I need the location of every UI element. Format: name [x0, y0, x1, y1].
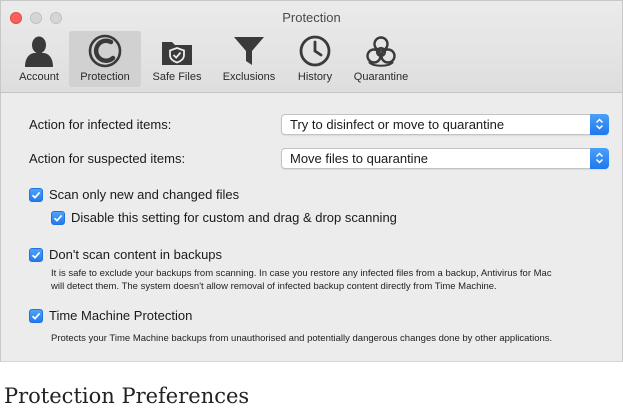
infected-action-select[interactable]: Try to disinfect or move to quarantine [281, 113, 609, 135]
infected-items-row: Action for infected items: Try to disinf… [15, 111, 611, 137]
quarantine-icon [366, 36, 396, 67]
tab-protection[interactable]: Protection [69, 31, 141, 87]
skip-backups-label: Don't scan content in backups [49, 247, 223, 262]
suspected-items-label: Action for suspected items: [29, 150, 186, 166]
tab-safe-files[interactable]: Safe Files [141, 31, 213, 87]
disable-custom-scan-label: Disable this setting for custom and drag… [71, 210, 397, 225]
checkmark-icon [31, 191, 41, 199]
tab-protection-label: Protection [80, 71, 130, 83]
history-icon [299, 35, 331, 67]
window-title: Protection [282, 10, 341, 25]
skip-backups-checkbox[interactable] [29, 247, 43, 262]
time-machine-checkbox[interactable] [29, 308, 43, 323]
tab-account-label: Account [19, 71, 59, 83]
suspected-items-row: Action for suspected items: Move files t… [15, 145, 611, 171]
tab-quarantine-label: Quarantine [353, 71, 409, 83]
tab-exclusions[interactable]: Exclusions [213, 31, 285, 87]
suspected-action-select[interactable]: Move files to quarantine [281, 147, 609, 169]
tab-account[interactable]: Account [9, 31, 69, 87]
disable-custom-scan-checkbox[interactable] [51, 210, 65, 225]
checkmark-icon [53, 214, 63, 222]
time-machine-description: Protects your Time Machine backups from … [51, 333, 553, 344]
preferences-window: Protection Account Protection Safe Files… [0, 0, 623, 362]
checkmark-icon [31, 312, 41, 320]
exclusions-icon [234, 37, 264, 65]
tab-safe-files-label: Safe Files [152, 71, 202, 83]
select-arrows-icon [590, 113, 609, 135]
suspected-action-value: Move files to quarantine [290, 150, 429, 166]
tab-history-label: History [297, 71, 333, 83]
title-bar: Protection Account Protection Safe Files… [1, 1, 622, 93]
skip-backups-description-line-1: It is safe to exclude your backups from … [51, 268, 552, 279]
scan-new-files-checkbox[interactable] [29, 187, 43, 202]
skip-backups-description: It is safe to exclude your backups from … [51, 268, 622, 293]
account-icon [25, 36, 53, 67]
time-machine-label: Time Machine Protection [49, 308, 193, 323]
figure-caption: Protection Preferences [4, 384, 250, 408]
infected-items-label: Action for infected items: [29, 116, 172, 132]
preferences-toolbar: Account Protection Safe Files Exclusions… [9, 31, 417, 87]
skip-backups-option[interactable]: Don't scan content in backups [29, 247, 222, 262]
skip-backups-description-line-2: will detect them. The system doesn't all… [51, 280, 497, 292]
protection-icon [88, 34, 122, 68]
tab-exclusions-label: Exclusions [222, 71, 276, 83]
select-arrows-icon [590, 147, 609, 169]
time-machine-option[interactable]: Time Machine Protection [29, 308, 192, 323]
infected-action-value: Try to disinfect or move to quarantine [290, 116, 505, 132]
tab-quarantine[interactable]: Quarantine [345, 31, 417, 87]
checkmark-icon [31, 251, 41, 259]
tab-history[interactable]: History [285, 31, 345, 87]
safe-files-icon [162, 42, 192, 65]
disable-custom-scan-option[interactable]: Disable this setting for custom and drag… [51, 210, 397, 225]
scan-new-files-option[interactable]: Scan only new and changed files [29, 187, 239, 202]
scan-new-files-label: Scan only new and changed files [49, 187, 240, 202]
